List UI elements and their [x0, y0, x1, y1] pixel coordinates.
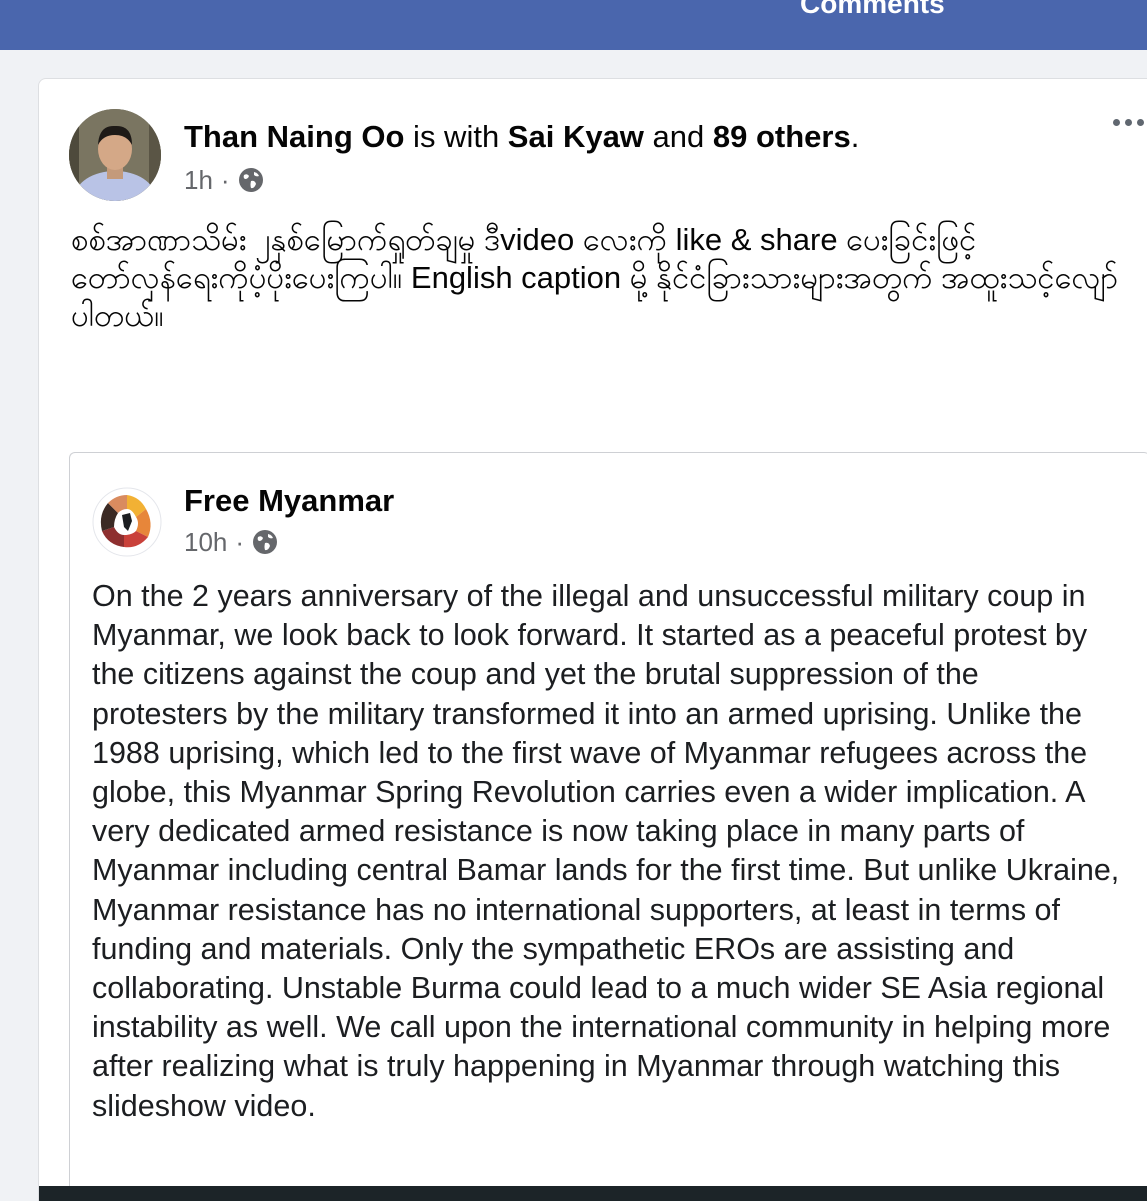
- globe-icon[interactable]: [238, 167, 264, 193]
- period: .: [850, 119, 860, 154]
- page-logo[interactable]: [92, 487, 162, 557]
- meta-separator: ·: [235, 527, 245, 557]
- shared-post[interactable]: Free Myanmar 10h · On the 2 years annive…: [69, 452, 1147, 1201]
- shared-post-time[interactable]: 10h: [184, 525, 227, 559]
- shared-post-body: On the 2 years anniversary of the illega…: [92, 579, 1120, 1123]
- post-time[interactable]: 1h: [184, 163, 213, 197]
- post-body: စစ်အာဏာသိမ်း ၂နှစ်မြောက်ရှုတ်ချမှု ဒီvid…: [71, 222, 1119, 333]
- and-text: and: [643, 119, 713, 154]
- author-name[interactable]: Than Naing Oo: [184, 119, 404, 154]
- comments-title[interactable]: Comments: [800, 0, 945, 20]
- others-link[interactable]: 89 others: [713, 119, 851, 154]
- shared-post-meta: 10h ·: [184, 525, 278, 559]
- more-options-icon[interactable]: [1113, 119, 1144, 126]
- post-card: Than Naing Oo is with Sai Kyaw and 89 ot…: [38, 78, 1147, 1201]
- with-text: is with: [404, 119, 508, 154]
- video-preview-edge[interactable]: [39, 1186, 1147, 1201]
- meta-separator: ·: [220, 165, 230, 195]
- tagged-name[interactable]: Sai Kyaw: [508, 119, 644, 154]
- avatar[interactable]: [69, 109, 161, 201]
- post-meta: 1h ·: [184, 163, 264, 197]
- top-bar: Comments: [0, 0, 1147, 50]
- post-header: Than Naing Oo is with Sai Kyaw and 89 ot…: [184, 117, 859, 157]
- globe-icon[interactable]: [252, 529, 278, 555]
- page-name[interactable]: Free Myanmar: [184, 481, 394, 521]
